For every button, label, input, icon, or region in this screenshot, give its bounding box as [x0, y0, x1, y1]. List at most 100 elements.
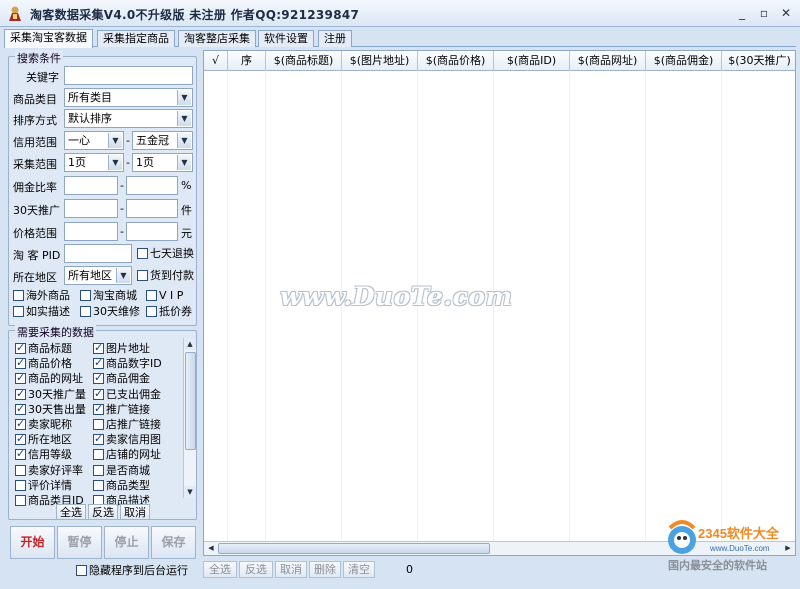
scroll-left-icon[interactable]: ◀ — [205, 542, 217, 555]
field-checkbox[interactable]: 是否商城 — [93, 464, 150, 478]
field-checkbox[interactable]: 评价详情 — [15, 479, 72, 493]
brand-name: 2345软件大全 — [698, 526, 780, 541]
cod-checkbox[interactable]: 货到付款 — [137, 269, 194, 283]
commission-max-input[interactable] — [126, 176, 178, 195]
fields-scrollbar[interactable]: ▲ ▼ — [183, 338, 196, 498]
pages-to-select[interactable]: 1页 ▼ — [132, 153, 193, 172]
as-described-checkbox[interactable]: 如实描述 — [13, 305, 70, 319]
commission-label: 佣金比率 — [13, 181, 57, 194]
keyword-input[interactable] — [64, 66, 193, 85]
vip-checkbox[interactable]: V I P — [146, 289, 183, 303]
grid-delete-button[interactable]: 删除 — [309, 561, 341, 578]
tab-collect-taoke[interactable]: 采集淘宝客数据 — [4, 29, 93, 48]
fields-select-all-button[interactable]: 全选 — [56, 504, 86, 520]
field-checkbox[interactable]: 图片地址 — [93, 341, 150, 356]
checkbox-box — [15, 495, 26, 506]
scrollbar-thumb[interactable] — [218, 543, 490, 554]
window-title: 淘客数据采集V4.0不升级版 未注册 作者QQ:921239847 — [30, 8, 360, 22]
column-header[interactable]: $(30天推广) — [722, 51, 795, 71]
promo30-min-input[interactable] — [64, 199, 118, 218]
field-checkbox[interactable]: 商品佣金 — [93, 371, 150, 386]
field-checkbox[interactable]: 30天售出量 — [15, 402, 86, 417]
minimize-button[interactable]: _ — [732, 5, 752, 22]
field-checkbox[interactable]: 卖家好评率 — [15, 464, 83, 478]
checkbox-box — [93, 356, 104, 370]
checkbox-box — [15, 371, 26, 385]
field-checkbox[interactable]: 商品的网址 — [15, 371, 83, 386]
price-max-input[interactable] — [126, 222, 178, 241]
field-checkbox[interactable]: 卖家信用图 — [93, 432, 161, 447]
pages-from-value: 1页 — [68, 156, 86, 169]
field-checkbox[interactable]: 所在地区 — [15, 432, 72, 447]
grid-select-all-button[interactable]: 全选 — [203, 561, 237, 578]
field-checkbox[interactable]: 商品价格 — [15, 356, 72, 371]
pid-label: 淘 客 PID — [13, 249, 61, 262]
field-checkbox[interactable]: 商品类型 — [93, 479, 150, 493]
grid-invert-button[interactable]: 反选 — [239, 561, 273, 578]
field-checkbox[interactable]: 商品标题 — [15, 341, 72, 356]
fields-invert-button[interactable]: 反选 — [88, 504, 118, 520]
grid-cancel-button[interactable]: 取消 — [275, 561, 307, 578]
column-header[interactable]: $(图片地址) — [342, 51, 418, 71]
repair30-checkbox[interactable]: 30天维修 — [80, 305, 140, 319]
hide-to-background-checkbox[interactable]: 隐藏程序到后台运行 — [76, 564, 188, 578]
tmall-checkbox[interactable]: 淘宝商城 — [80, 289, 137, 303]
field-checkbox[interactable]: 已支出佣金 — [93, 387, 161, 402]
checkbox-box — [13, 306, 24, 317]
piece-unit: 件 — [181, 204, 192, 217]
column-header[interactable]: $(商品ID) — [494, 51, 570, 71]
price-min-input[interactable] — [64, 222, 118, 241]
pages-from-select[interactable]: 1页 ▼ — [64, 153, 124, 172]
coupon-checkbox[interactable]: 抵价券 — [146, 305, 192, 319]
field-checkbox[interactable]: 30天推广量 — [15, 387, 86, 402]
column-header[interactable]: √ — [204, 51, 228, 71]
field-label: 已支出佣金 — [106, 387, 161, 401]
fields-cancel-button[interactable]: 取消 — [120, 504, 150, 520]
field-checkbox[interactable]: 推广链接 — [93, 402, 150, 417]
credit-to-select[interactable]: 五金冠 ▼ — [132, 131, 193, 150]
field-label: 商品标题 — [28, 342, 72, 355]
scroll-up-icon[interactable]: ▲ — [184, 338, 196, 350]
field-checkbox[interactable]: 商品数字ID — [93, 356, 162, 371]
tab-shop-collect[interactable]: 淘客整店采集 — [178, 30, 256, 47]
checkbox-box — [15, 417, 26, 430]
field-label: 评价详情 — [28, 478, 72, 492]
overseas-checkbox[interactable]: 海外商品 — [13, 289, 70, 303]
tab-collect-specified[interactable]: 采集指定商品 — [97, 30, 175, 47]
as-described-label: 如实描述 — [26, 305, 70, 318]
tab-bar: 采集淘宝客数据 采集指定商品 淘客整店采集 软件设置 注册 — [4, 29, 796, 48]
seven-day-return-checkbox[interactable]: 七天退换 — [137, 247, 194, 261]
field-checkbox[interactable]: 店推广链接 — [93, 418, 161, 432]
column-divider — [569, 71, 570, 541]
save-button[interactable]: 保存 — [151, 526, 196, 559]
tab-settings[interactable]: 软件设置 — [258, 30, 314, 47]
close-button[interactable]: ✕ — [776, 5, 796, 22]
field-checkbox[interactable]: 卖家昵称 — [15, 417, 72, 432]
column-header[interactable]: $(商品价格) — [418, 51, 494, 71]
scrollbar-thumb[interactable] — [185, 352, 196, 450]
field-checkbox[interactable]: 店铺的网址 — [93, 448, 161, 462]
grid-clear-button[interactable]: 清空 — [343, 561, 375, 578]
maximize-button[interactable]: ▫ — [754, 5, 774, 22]
pause-button[interactable]: 暂停 — [57, 526, 102, 559]
column-header[interactable]: $(商品标题) — [266, 51, 342, 71]
field-label: 30天推广量 — [28, 387, 86, 401]
tmall-label: 淘宝商城 — [93, 289, 137, 302]
pid-input[interactable] — [64, 244, 132, 263]
checkbox-box — [15, 387, 26, 400]
category-select[interactable]: 所有类目 ▼ — [64, 88, 193, 107]
credit-from-select[interactable]: 一心 ▼ — [64, 131, 124, 150]
scroll-down-icon[interactable]: ▼ — [184, 486, 196, 498]
column-header[interactable]: $(商品佣金) — [646, 51, 722, 71]
stop-button[interactable]: 停止 — [104, 526, 149, 559]
sort-select[interactable]: 默认排序 ▼ — [64, 109, 193, 128]
checkbox-box — [15, 464, 26, 476]
start-button[interactable]: 开始 — [10, 526, 55, 559]
column-header[interactable]: 序 — [228, 51, 266, 71]
promo30-max-input[interactable] — [126, 199, 178, 218]
column-header[interactable]: $(商品网址) — [570, 51, 646, 71]
region-select[interactable]: 所有地区 ▼ — [64, 266, 132, 285]
tab-register[interactable]: 注册 — [318, 30, 352, 47]
commission-min-input[interactable] — [64, 176, 118, 195]
field-checkbox[interactable]: 信用等级 — [15, 447, 72, 462]
